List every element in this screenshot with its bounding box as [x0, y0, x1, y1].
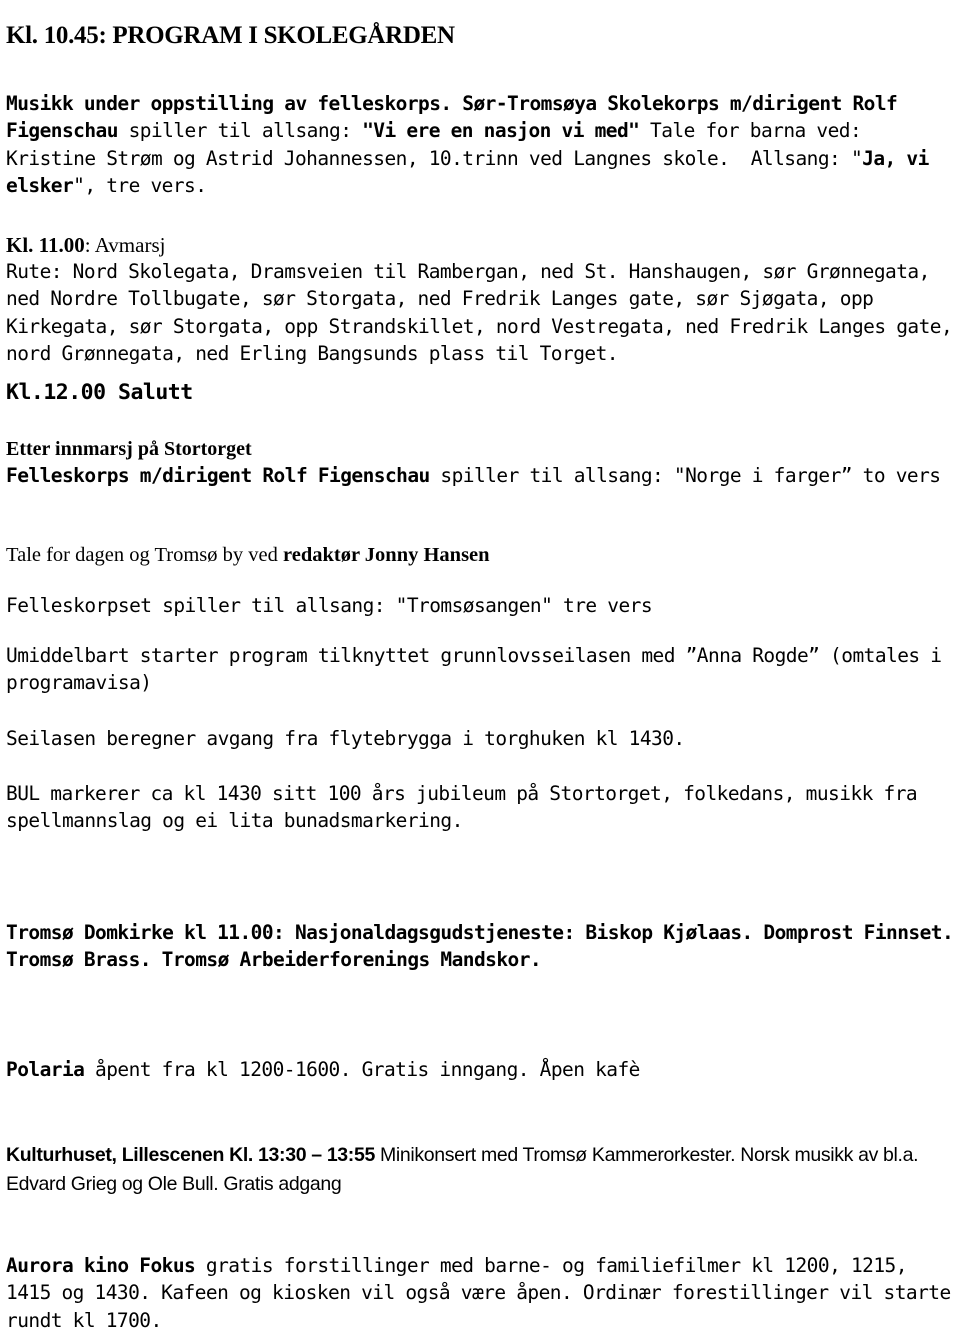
paragraph-aurora-kino-fokus: Aurora kino Fokus gratis forstillinger m… [6, 1252, 954, 1334]
page-title: Kl. 10.45: PROGRAM I SKOLEGÅRDEN [6, 21, 954, 51]
text-bold-vi-ere-en-nasjon: "Vi ere en nasjon vi med" [362, 119, 639, 142]
text-bold-musikk-intro: Musikk under oppstilling av felleskorps. [6, 92, 452, 115]
paragraph-rute: Rute: Nord Skolegata, Dramsveien til Ram… [6, 258, 954, 368]
text-regular-polaria-hours: åpent fra kl 1200-1600. Gratis inngang. … [84, 1058, 640, 1081]
document-page: Kl. 10.45: PROGRAM I SKOLEGÅRDEN Musikk … [0, 0, 960, 1313]
paragraph-felleskorps-dirigent: Felleskorps m/dirigent Rolf Figenschau s… [6, 462, 954, 490]
paragraph-tromso-domkirke: Tromsø Domkirke kl 11.00: Nasjonaldagsgu… [6, 919, 954, 974]
text-bold-aurora-kino-fokus: Aurora kino Fokus [6, 1254, 195, 1277]
paragraph-umiddelbart-anna-rogde: Umiddelbart starter program tilknyttet g… [6, 642, 954, 697]
avmarsj-title: : Avmarsj [85, 233, 166, 257]
heading-avmarsj: Kl. 11.00: Avmarsj [6, 232, 954, 258]
paragraph-polaria: Polaria åpent fra kl 1200-1600. Gratis i… [6, 1056, 954, 1084]
heading-salutt: Kl.12.00 Salutt [6, 379, 954, 407]
paragraph-kulturhuset: Kulturhuset, Lillescenen Kl. 13:30 – 13:… [6, 1141, 954, 1199]
text-regular-spiller-til-allsang: spiller til allsang: [118, 119, 362, 142]
text-bold-felleskorps-dirigent: Felleskorps m/dirigent Rolf Figenschau [6, 464, 430, 487]
paragraph-tale-for-dagen: Tale for dagen og Tromsø by ved redaktør… [6, 542, 954, 569]
text-bold-kulturhuset-time: Kulturhuset, Lillescenen Kl. 13:30 – 13:… [6, 1144, 375, 1166]
paragraph-bul-jubileum: BUL markerer ca kl 1430 sitt 100 års jub… [6, 780, 954, 835]
text-bold-redaktor-jonny-hansen: redaktør Jonny Hansen [283, 544, 490, 566]
paragraph-seilasen-avgang: Seilasen beregner avgang fra flytebrygga… [6, 725, 954, 753]
text-regular-tre-vers: ", tre vers. [73, 174, 206, 197]
avmarsj-time-label: Kl. 11.00 [6, 233, 85, 257]
paragraph-tromsosangen: Felleskorpset spiller til allsang: "Trom… [6, 592, 954, 620]
paragraph-musikk-under-oppstilling: Musikk under oppstilling av felleskorps.… [6, 90, 954, 200]
text-regular-tale-for-dagen: Tale for dagen og Tromsø by ved [6, 544, 283, 566]
text-bold-polaria: Polaria [6, 1058, 84, 1081]
text-regular-norge-i-farger: spiller til allsang: "Norge i farger” to… [430, 464, 941, 487]
heading-etter-innmarsj: Etter innmarsj på Stortorget [6, 436, 954, 462]
